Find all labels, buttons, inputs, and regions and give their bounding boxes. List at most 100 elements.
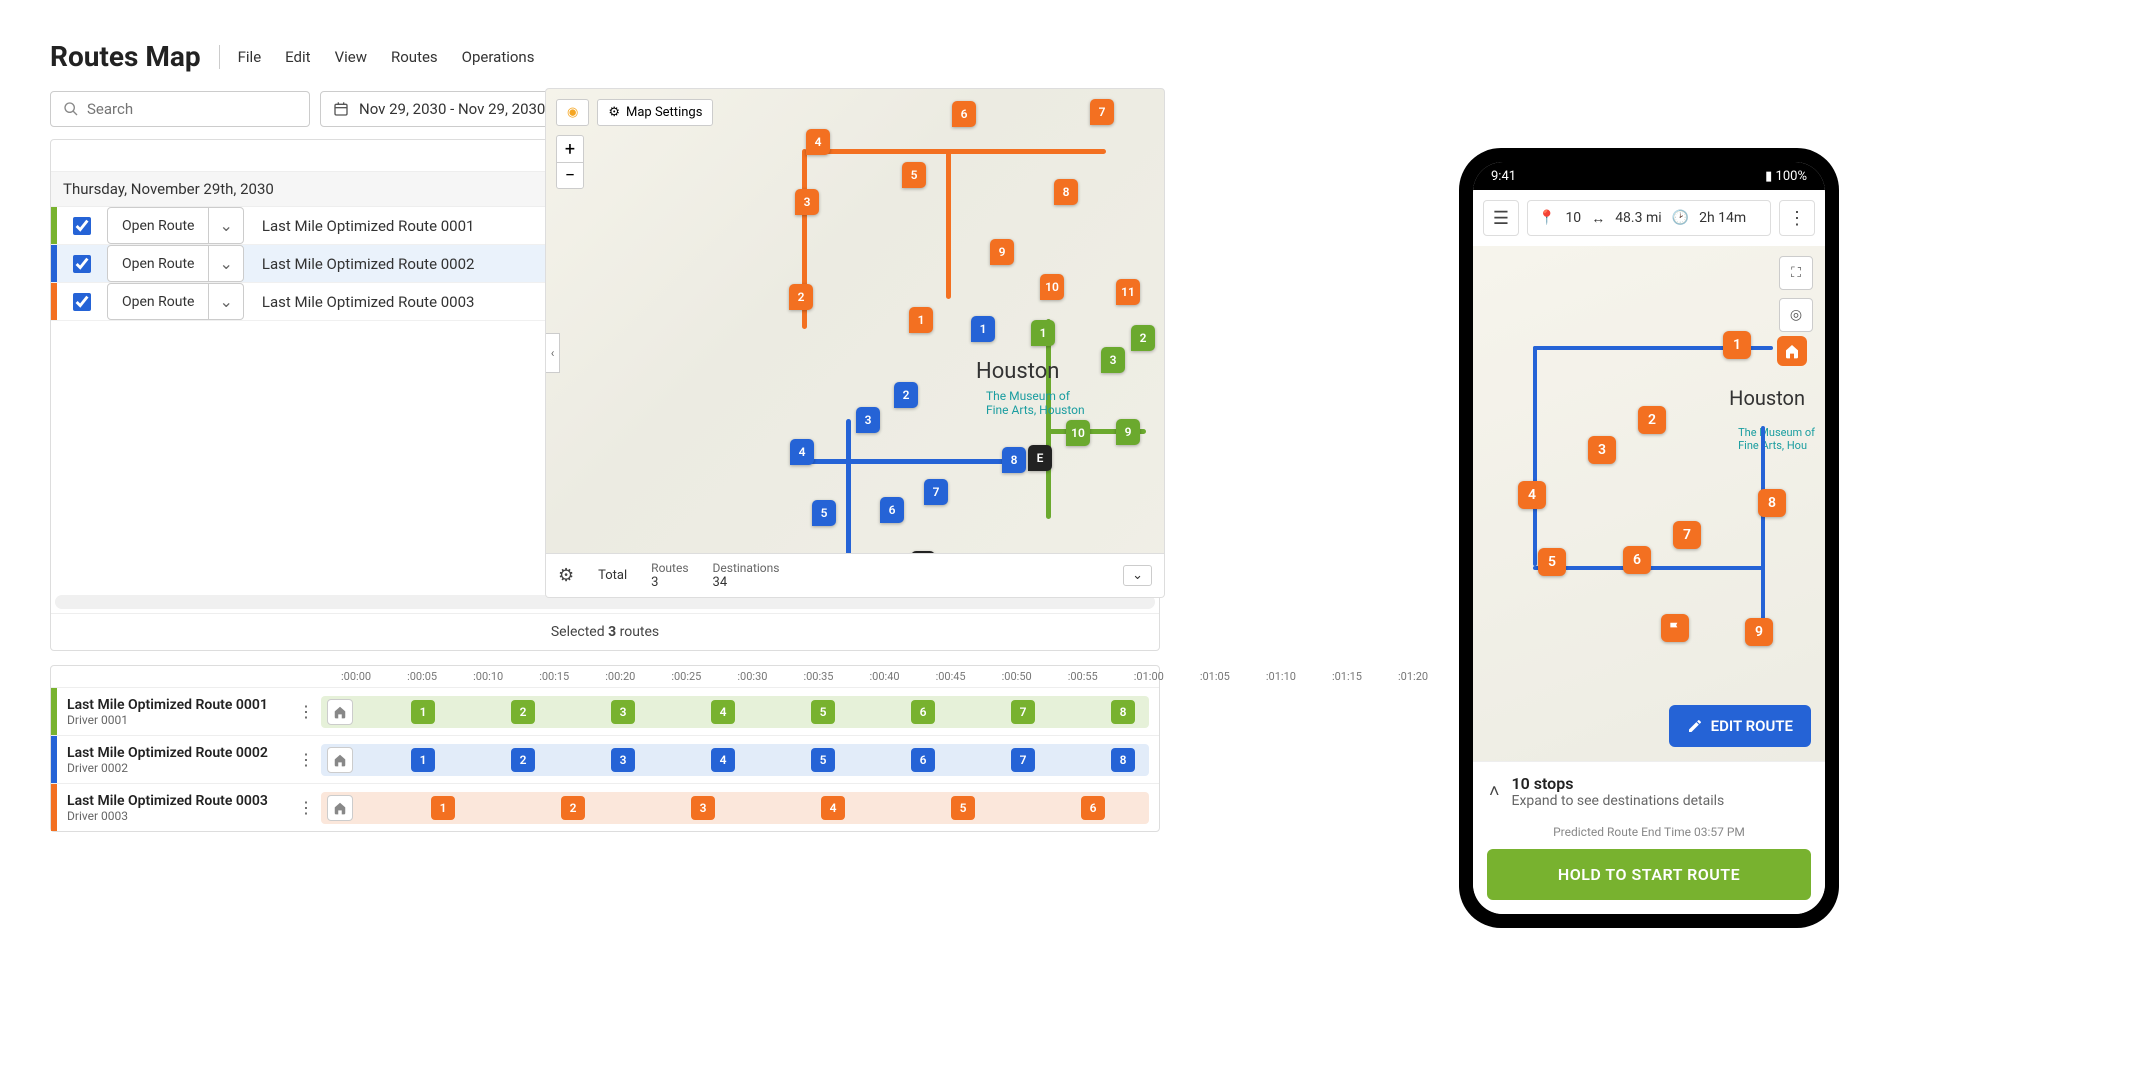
home-marker[interactable]	[1777, 336, 1807, 366]
map-marker[interactable]: 3	[1101, 347, 1125, 373]
map-marker[interactable]: 4	[790, 439, 814, 465]
timeline-stop[interactable]: 2	[511, 700, 535, 724]
timeline-stop[interactable]: 6	[1081, 796, 1105, 820]
timeline-stop[interactable]: 5	[811, 700, 835, 724]
route-checkbox[interactable]	[73, 293, 91, 311]
timeline-stop[interactable]: 3	[691, 796, 715, 820]
timeline-stop[interactable]: 5	[951, 796, 975, 820]
map-marker[interactable]: 11	[1116, 279, 1140, 305]
map-marker[interactable]: 8	[1054, 179, 1078, 205]
timeline-stop[interactable]: 7	[1011, 748, 1035, 772]
menu-routes[interactable]: Routes	[391, 48, 438, 66]
open-route-button[interactable]: Open Route ⌄	[107, 245, 244, 282]
timeline-stop[interactable]: 2	[561, 796, 585, 820]
timeline-stop[interactable]: 1	[431, 796, 455, 820]
timeline-stop[interactable]: 6	[911, 700, 935, 724]
phone-marker[interactable]: 5	[1538, 548, 1566, 576]
collapse-panel-button[interactable]: ‹	[546, 333, 560, 373]
settings-icon[interactable]: ⚙	[558, 565, 574, 586]
map-marker[interactable]: 2	[894, 382, 918, 408]
open-route-button[interactable]: Open Route ⌄	[107, 283, 244, 320]
timeline-stop[interactable]: 5	[811, 748, 835, 772]
streetview-button[interactable]: ◉	[556, 99, 589, 126]
timeline-stop[interactable]: 4	[821, 796, 845, 820]
timeline-stop[interactable]: 4	[711, 748, 735, 772]
menu-file[interactable]: File	[238, 48, 262, 66]
timeline-stop[interactable]: 6	[911, 748, 935, 772]
phone-marker[interactable]: 9	[1745, 618, 1773, 646]
phone-marker[interactable]: 6	[1623, 546, 1651, 574]
expand-totals-button[interactable]: ⌄	[1123, 565, 1152, 586]
timeline-track[interactable]: 1 2 3 4 5 6 7 8	[321, 744, 1149, 776]
phone-marker[interactable]: 7	[1673, 521, 1701, 549]
map-marker[interactable]: 2	[1131, 325, 1155, 351]
timeline-stop[interactable]: 8	[1111, 748, 1135, 772]
map-marker[interactable]: 7	[1090, 99, 1114, 125]
phone-map[interactable]: ⛶ ◎ Houston The Museum of Fine Arts, Hou…	[1473, 246, 1825, 761]
phone-marker-flag[interactable]	[1661, 614, 1689, 642]
map-marker[interactable]: 3	[795, 189, 819, 215]
timeline-track[interactable]: 1 2 3 4 5 6 7 8	[321, 696, 1149, 728]
map-panel[interactable]: ◉ ⚙Map Settings + − ‹ Houston The Museum…	[545, 88, 1165, 598]
map-marker[interactable]: 4	[806, 129, 830, 155]
map-marker[interactable]: 6	[952, 101, 976, 127]
map-marker[interactable]: 9	[1116, 419, 1140, 445]
map-marker[interactable]: 8	[1002, 447, 1026, 473]
locate-button[interactable]: ◎	[1779, 298, 1813, 332]
map-marker[interactable]: 5	[902, 162, 926, 188]
route-checkbox[interactable]	[73, 217, 91, 235]
map-marker[interactable]: 1	[909, 307, 933, 333]
menu-edit[interactable]: Edit	[285, 48, 310, 66]
map-marker[interactable]: 1	[971, 316, 995, 342]
timeline-stop[interactable]: 8	[1111, 700, 1135, 724]
route-stats-pill[interactable]: 📍10 ↔48.3 mi 🕑2h 14m	[1527, 200, 1771, 236]
zoom-control[interactable]: + −	[556, 135, 584, 189]
row-more-button[interactable]: ⋮	[291, 702, 321, 721]
map-marker-end[interactable]: E	[1028, 445, 1052, 471]
timeline-stop[interactable]: 2	[511, 748, 535, 772]
map-marker[interactable]: 1	[1031, 320, 1055, 346]
search-input[interactable]	[87, 100, 297, 118]
map-settings-button[interactable]: ⚙Map Settings	[597, 99, 713, 126]
menu-view[interactable]: View	[335, 48, 367, 66]
timeline-stop[interactable]: 3	[611, 748, 635, 772]
timeline-stop[interactable]: 3	[611, 700, 635, 724]
phone-marker[interactable]: 8	[1758, 489, 1786, 517]
row-more-button[interactable]: ⋮	[291, 750, 321, 769]
menu-button[interactable]: ☰	[1483, 200, 1519, 236]
timeline-stop[interactable]: 1	[411, 748, 435, 772]
map-marker[interactable]: 9	[990, 239, 1014, 265]
map-marker[interactable]: 7	[924, 479, 948, 505]
open-route-button[interactable]: Open Route ⌄	[107, 207, 244, 244]
map-marker[interactable]: 3	[856, 407, 880, 433]
map-marker[interactable]: 10	[1066, 420, 1090, 446]
map-marker[interactable]: 10	[1040, 274, 1064, 300]
chevron-down-icon[interactable]: ⌄	[208, 284, 242, 319]
start-route-button[interactable]: HOLD TO START ROUTE	[1487, 849, 1811, 900]
timeline-stop[interactable]: 7	[1011, 700, 1035, 724]
phone-marker[interactable]: 3	[1588, 436, 1616, 464]
row-more-button[interactable]: ⋮	[291, 798, 321, 817]
map-marker[interactable]: 6	[880, 497, 904, 523]
map-marker[interactable]: 2	[789, 284, 813, 310]
search-field[interactable]	[50, 91, 310, 127]
timeline-stop[interactable]: 4	[711, 700, 735, 724]
timeline-track[interactable]: 1 2 3 4 5 6	[321, 792, 1149, 824]
fullscreen-button[interactable]: ⛶	[1779, 256, 1813, 290]
map-marker[interactable]: 5	[812, 500, 836, 526]
date-range-picker[interactable]: Nov 29, 2030 - Nov 29, 2030 ▾	[320, 91, 576, 127]
more-button[interactable]: ⋮	[1779, 200, 1815, 236]
timeline-stop[interactable]: 1	[411, 700, 435, 724]
zoom-out-button[interactable]: −	[557, 162, 583, 188]
timeline-row: Last Mile Optimized Route 0002Driver 000…	[51, 735, 1159, 783]
phone-marker[interactable]: 4	[1518, 481, 1546, 509]
expand-stops-row[interactable]: ˄ 10 stops Expand to see destinations de…	[1473, 762, 1825, 821]
phone-marker[interactable]: 1	[1723, 331, 1751, 359]
chevron-down-icon[interactable]: ⌄	[208, 208, 242, 243]
route-checkbox[interactable]	[73, 255, 91, 273]
chevron-down-icon[interactable]: ⌄	[208, 246, 242, 281]
zoom-in-button[interactable]: +	[557, 136, 583, 162]
menu-operations[interactable]: Operations	[462, 48, 535, 66]
phone-marker[interactable]: 2	[1638, 406, 1666, 434]
edit-route-button[interactable]: EDIT ROUTE	[1669, 705, 1811, 747]
